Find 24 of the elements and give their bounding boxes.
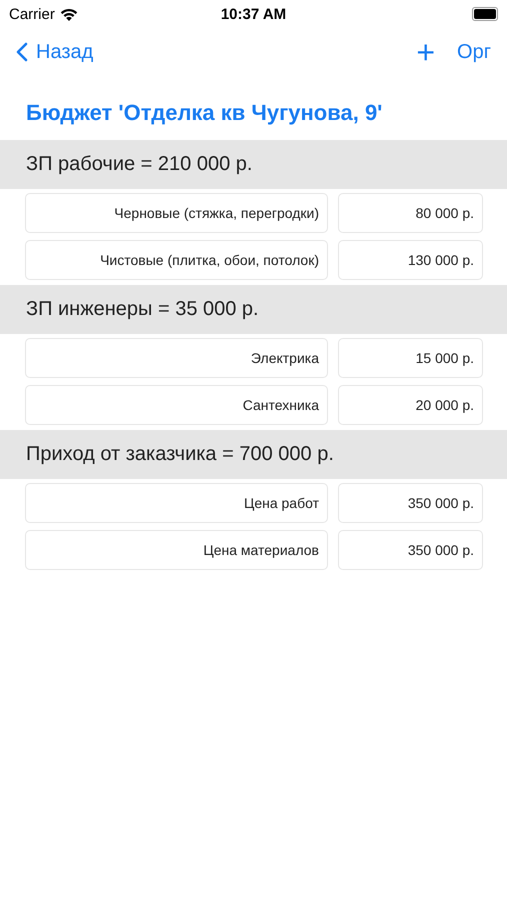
- item-amount: 350 000 р.: [338, 530, 483, 570]
- item-label: Чистовые (плитка, обои, потолок): [25, 240, 328, 280]
- item-amount: 350 000 р.: [338, 483, 483, 523]
- add-button[interactable]: +: [416, 36, 436, 68]
- item-label: Электрика: [25, 338, 328, 378]
- battery-icon: [472, 7, 498, 21]
- org-button[interactable]: Орг: [457, 40, 491, 64]
- item-amount: 80 000 р.: [338, 193, 483, 233]
- budget-title: Бюджет 'Отделка кв Чугунова, 9': [25, 99, 384, 127]
- item-label: Цена материалов: [25, 530, 328, 570]
- section-header: Приход от заказчика = 700 000 р.: [0, 430, 507, 479]
- carrier-label: Carrier: [9, 6, 55, 22]
- item-label: Цена работ: [25, 483, 328, 523]
- item-amount: 130 000 р.: [338, 240, 483, 280]
- item-amount: 20 000 р.: [338, 385, 483, 425]
- back-button[interactable]: Назад: [16, 40, 94, 64]
- status-time: 10:37 AM: [220, 6, 286, 22]
- chevron-left-icon: [16, 42, 28, 62]
- item-label: Сантехника: [25, 385, 328, 425]
- section-header: ЗП инженеры = 35 000 р.: [0, 285, 507, 334]
- wifi-icon: [60, 8, 78, 20]
- item-label: Черновые (стяжка, перегродки): [25, 193, 328, 233]
- section-header: ЗП рабочие = 210 000 р.: [0, 140, 507, 189]
- item-amount: 15 000 р.: [338, 338, 483, 378]
